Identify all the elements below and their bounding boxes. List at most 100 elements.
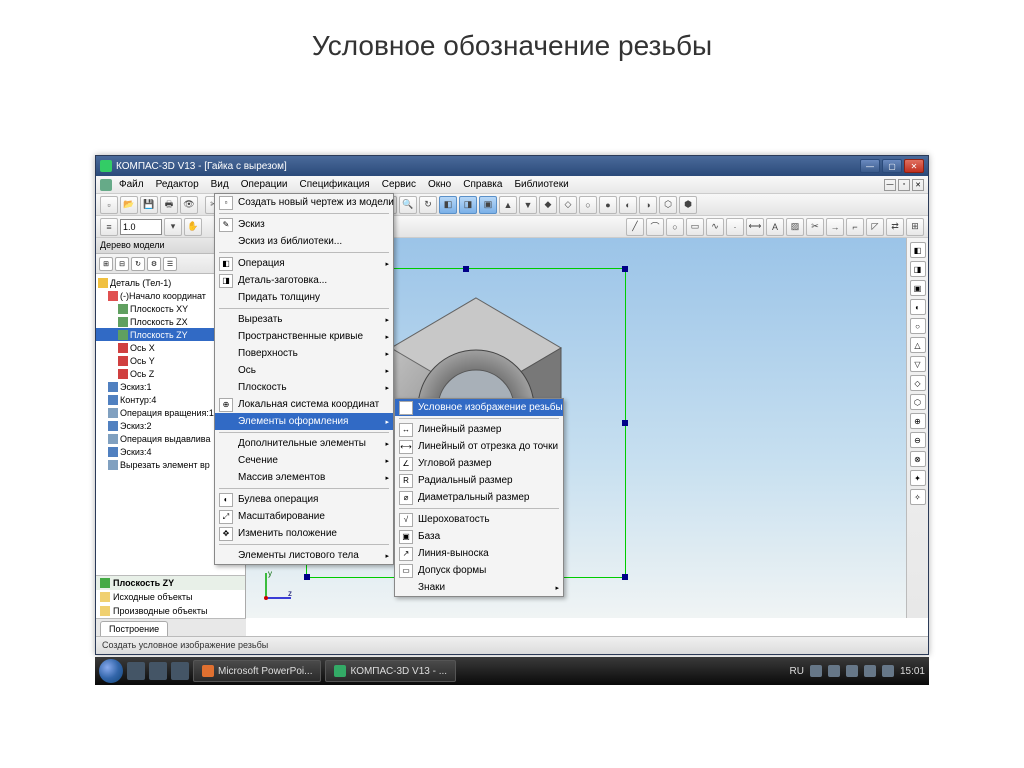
layer-button[interactable]: ≡ [100, 218, 118, 236]
doc-minimize-button[interactable]: — [884, 179, 896, 191]
mi-pattern[interactable]: Массив элементов▸ [215, 469, 393, 486]
fillet-tool[interactable]: ⌐ [846, 218, 864, 236]
dim-tool[interactable]: ⟷ [746, 218, 764, 236]
rect-tool[interactable]: ▭ [686, 218, 704, 236]
tray-icon-5[interactable] [882, 665, 894, 677]
menu-operations[interactable]: Операции [236, 177, 293, 192]
handle-mr[interactable] [622, 420, 628, 426]
mi-reposition[interactable]: ✥Изменить положение [215, 525, 393, 542]
mi-roughness[interactable]: √Шероховатость [395, 511, 563, 528]
mi-lcs[interactable]: ⊕Локальная система координат [215, 396, 393, 413]
tool-c-button[interactable]: ◆ [539, 196, 557, 214]
mi-symbols[interactable]: Знаки▸ [395, 579, 563, 596]
mi-thicken[interactable]: Придать толщину [215, 289, 393, 306]
tray-icon-2[interactable] [828, 665, 840, 677]
mi-datum[interactable]: ▣База [395, 528, 563, 545]
rtool-13[interactable]: ✦ [910, 470, 926, 486]
zoom-in-button[interactable]: 🔍 [399, 196, 417, 214]
design-elements-submenu[interactable]: ⌀Условное изображение резьбы ↔Линейный р… [394, 398, 564, 597]
arc-tool[interactable]: ⌒ [646, 218, 664, 236]
mi-scale[interactable]: ⤢Масштабирование [215, 508, 393, 525]
preview-button[interactable]: 👁 [180, 196, 198, 214]
tool-e-button[interactable]: ○ [579, 196, 597, 214]
tree-tool-4[interactable]: ⚙ [147, 257, 161, 271]
tray-icon-1[interactable] [810, 665, 822, 677]
operations-menu[interactable]: ▫Создать новый чертеж из модели ✎Эскиз Э… [214, 193, 394, 565]
menu-help[interactable]: Справка [458, 177, 507, 192]
tab-build[interactable]: Построение [100, 621, 168, 636]
rtool-3[interactable]: ▣ [910, 280, 926, 296]
menu-app-icon[interactable] [100, 179, 112, 191]
shade-button[interactable]: ◨ [459, 196, 477, 214]
rtool-9[interactable]: ⬡ [910, 394, 926, 410]
extend-tool[interactable]: → [826, 218, 844, 236]
tree-tool-1[interactable]: ⊞ [99, 257, 113, 271]
handle-tr[interactable] [622, 266, 628, 272]
menu-libraries[interactable]: Библиотеки [509, 177, 573, 192]
open-button[interactable]: 📂 [120, 196, 138, 214]
tool-h-button[interactable]: ◑ [639, 196, 657, 214]
trim-tool[interactable]: ✂ [806, 218, 824, 236]
tree-tool-2[interactable]: ⊟ [115, 257, 129, 271]
taskbar-kompas[interactable]: КОМПАС-3D V13 - ... [325, 660, 456, 682]
rtool-12[interactable]: ⊗ [910, 451, 926, 467]
rtool-1[interactable]: ◧ [910, 242, 926, 258]
hatch-tool[interactable]: ▨ [786, 218, 804, 236]
chamfer-tool[interactable]: ◸ [866, 218, 884, 236]
mi-plane[interactable]: Плоскость▸ [215, 379, 393, 396]
start-button[interactable] [99, 659, 123, 683]
bottom-item-2[interactable]: Производные объекты [113, 606, 207, 616]
lang-indicator[interactable]: RU [790, 666, 804, 677]
new-button[interactable]: ▫ [100, 196, 118, 214]
rtool-6[interactable]: △ [910, 337, 926, 353]
handle-bl[interactable] [304, 574, 310, 580]
tool-f-button[interactable]: ● [599, 196, 617, 214]
mi-operation[interactable]: ◧Операция▸ [215, 255, 393, 272]
rotate-button[interactable]: ↻ [419, 196, 437, 214]
mi-radial-dim[interactable]: RРадиальный размер [395, 472, 563, 489]
quicklaunch-1[interactable] [127, 662, 145, 680]
mi-design-elements[interactable]: Элементы оформления▸ [215, 413, 393, 430]
text-tool[interactable]: A [766, 218, 784, 236]
tool-g-button[interactable]: ◐ [619, 196, 637, 214]
tool-d-button[interactable]: ◇ [559, 196, 577, 214]
mi-additional[interactable]: Дополнительные элементы▸ [215, 435, 393, 452]
tree-tool-5[interactable]: ☰ [163, 257, 177, 271]
rtool-7[interactable]: ▽ [910, 356, 926, 372]
mi-linear-dim[interactable]: ↔Линейный размер [395, 421, 563, 438]
taskbar-powerpoint[interactable]: Microsoft PowerPoi... [193, 660, 321, 682]
mi-cut[interactable]: Вырезать▸ [215, 311, 393, 328]
dropdown-arrow[interactable]: ▾ [164, 218, 182, 236]
bottom-item-1[interactable]: Исходные объекты [113, 592, 193, 602]
system-tray[interactable]: RU 15:01 [790, 665, 925, 677]
spline-tool[interactable]: ∿ [706, 218, 724, 236]
quicklaunch-3[interactable] [171, 662, 189, 680]
rtool-5[interactable]: ○ [910, 318, 926, 334]
array-tool[interactable]: ⊞ [906, 218, 924, 236]
quicklaunch-2[interactable] [149, 662, 167, 680]
menu-editor[interactable]: Редактор [151, 177, 204, 192]
clock[interactable]: 15:01 [900, 666, 925, 677]
point-tool[interactable]: · [726, 218, 744, 236]
mirror-tool[interactable]: ⇄ [886, 218, 904, 236]
wireframe-button[interactable]: ▣ [479, 196, 497, 214]
mi-linear-seg-dim[interactable]: ⟷Линейный от отрезка до точки [395, 438, 563, 455]
mi-thread-symbol[interactable]: ⌀Условное изображение резьбы [395, 399, 563, 416]
rtool-14[interactable]: ✧ [910, 489, 926, 505]
rtool-11[interactable]: ⊖ [910, 432, 926, 448]
rtool-4[interactable]: ◐ [910, 299, 926, 315]
close-button[interactable]: ✕ [904, 159, 924, 173]
mi-boolean[interactable]: ◐Булева операция [215, 491, 393, 508]
doc-close-button[interactable]: ✕ [912, 179, 924, 191]
tool-j-button[interactable]: ⬢ [679, 196, 697, 214]
line-tool[interactable]: ╱ [626, 218, 644, 236]
rtool-10[interactable]: ⊕ [910, 413, 926, 429]
window-titlebar[interactable]: КОМПАС-3D V13 - [Гайка с вырезом] — ▢ ✕ [96, 156, 928, 176]
tool-a-button[interactable]: ▲ [499, 196, 517, 214]
mi-space-curves[interactable]: Пространственные кривые▸ [215, 328, 393, 345]
tool-b-button[interactable]: ▼ [519, 196, 537, 214]
menu-service[interactable]: Сервис [377, 177, 421, 192]
menu-window[interactable]: Окно [423, 177, 456, 192]
maximize-button[interactable]: ▢ [882, 159, 902, 173]
handle-br[interactable] [622, 574, 628, 580]
